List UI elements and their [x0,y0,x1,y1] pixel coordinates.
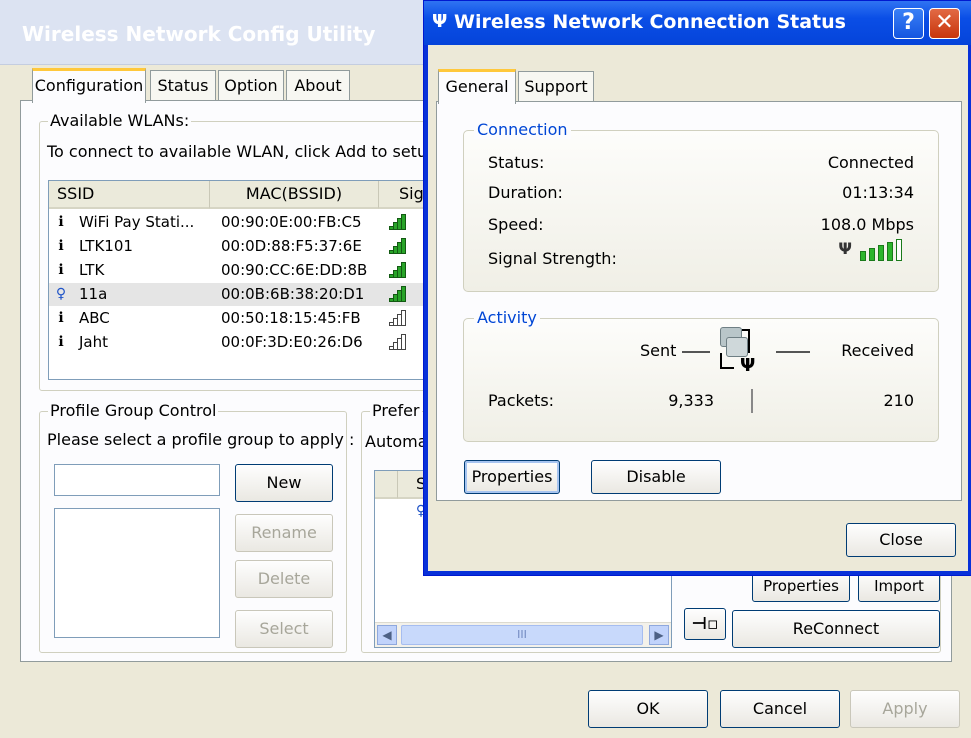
ok-button[interactable]: OK [588,690,708,728]
available-wlans-hint: To connect to available WLAN, click Add … [47,142,428,161]
connection-label: Connection [474,120,571,139]
signal-bars-icon [389,286,407,302]
wlan-ssid: LTK101 [79,237,133,255]
wlan-mac: 00:50:18:15:45:FB [221,309,361,327]
wlan-mac: 00:0F:3D:E0:26:D6 [221,333,363,351]
network-activity-icon: Ψ [716,323,760,375]
signal-strength-label: Signal Strength: [488,249,617,268]
help-button[interactable]: ? [893,8,924,39]
scroll-left-icon[interactable]: ◀ [377,625,397,645]
activity-group: Activity Sent Ψ Received Packets: 9,333 [463,308,939,442]
received-line [776,351,810,353]
available-wlans-label: Available WLANs: [48,111,192,130]
config-utility-title: Wireless Network Config Utility [22,22,376,46]
antenna-blue-icon: ♀ [55,286,67,302]
wlan-ssid: 11a [79,285,108,303]
tab-configuration[interactable]: Configuration [32,68,146,103]
pin-icon[interactable]: ⊣▫ [684,608,726,640]
packets-label: Packets: [488,391,555,410]
status-value: Connected [827,153,914,172]
preferred-auto-text: Automa [365,432,428,451]
speed-value: 108.0 Mbps [820,215,914,234]
profile-group-name-input[interactable] [54,464,220,496]
antenna-icon: ℹ [58,310,64,326]
antenna-icon: ℹ [58,334,64,350]
profile-group-label: Profile Group Control [48,401,219,420]
tab-general[interactable]: General [438,69,516,104]
column-mac[interactable]: MAC(BSSID) [210,181,379,209]
profile-group-control: Profile Group Control Please select a pr… [39,401,354,653]
signal-bars-icon [389,262,407,278]
properties-button[interactable]: Properties [464,460,560,494]
packets-divider [751,389,753,413]
dialog-title: Wireless Network Connection Status [454,11,846,33]
antenna-icon: ℹ [58,214,64,230]
close-button[interactable]: Close [846,523,956,557]
wlan-ssid: WiFi Pay Stati... [79,213,195,231]
select-button[interactable]: Select [235,610,333,648]
status-label: Status: [488,153,545,172]
antenna-icon: ℹ [58,262,64,278]
packets-sent-value: 9,333 [668,391,714,410]
horizontal-scrollbar[interactable]: ◀ III ▶ [375,622,671,647]
wlan-mac: 00:0B:6B:38:20:D1 [221,285,365,303]
received-label: Received [841,341,914,360]
wlan-mac: 00:90:0E:00:FB:C5 [221,213,362,231]
dialog-body: General Support Connection Status: Conne… [428,45,968,571]
antenna-icon: Ψ [432,11,448,32]
reconnect-button[interactable]: ReConnect [732,610,940,648]
wlan-mac: 00:0D:88:F5:37:6E [221,237,362,255]
cancel-button[interactable]: Cancel [720,690,840,728]
packets-received-value: 210 [883,391,914,410]
disable-button[interactable]: Disable [591,460,721,494]
speed-label: Speed: [488,215,544,234]
tab-option[interactable]: Option [218,70,284,101]
apply-button[interactable]: Apply [850,690,960,728]
tab-about[interactable]: About [286,70,350,101]
wlan-mac: 00:90:CC:6E:DD:8B [221,261,368,279]
sent-line [682,351,710,353]
signal-bars-icon [389,310,407,326]
profile-group-prompt: Please select a profile group to apply : [47,430,355,449]
tab-status[interactable]: Status [150,70,216,101]
profile-group-list[interactable] [54,508,220,638]
delete-button[interactable]: Delete [235,560,333,598]
wlan-ssid: LTK [79,261,105,279]
wlan-ssid: Jaht [79,333,109,351]
signal-strength-bars [860,239,916,261]
antenna-icon: ℹ [58,238,64,254]
duration-value: 01:13:34 [842,183,914,202]
connection-status-dialog: Ψ Wireless Network Connection Status ? ✕… [423,0,971,576]
preferred-list-header-blank [375,471,398,499]
dialog-title-bar[interactable]: Ψ Wireless Network Connection Status ? ✕ [424,1,971,45]
activity-label: Activity [474,308,540,327]
signal-bars-icon [389,238,407,254]
close-icon[interactable]: ✕ [929,8,960,39]
preferred-label: Prefer [370,401,422,420]
wlan-ssid: ABC [79,309,110,327]
connection-group: Connection Status: Connected Duration: 0… [463,120,939,292]
new-button[interactable]: New [235,464,333,502]
signal-bars-icon [389,214,407,230]
signal-antenna-icon: Ψ [838,239,852,258]
signal-bars-icon [389,334,407,350]
scroll-thumb[interactable]: III [401,625,643,645]
column-ssid[interactable]: SSID [49,181,210,209]
duration-label: Duration: [488,183,563,202]
scroll-right-icon[interactable]: ▶ [649,625,669,645]
tab-support[interactable]: Support [518,71,594,102]
general-panel: Connection Status: Connected Duration: 0… [436,101,962,501]
rename-button[interactable]: Rename [235,514,333,552]
sent-label: Sent [640,341,677,360]
